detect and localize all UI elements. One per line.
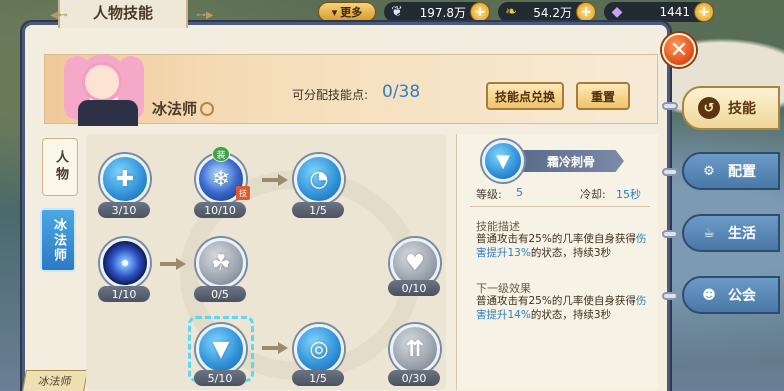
resource-value: 197.8万 [419, 5, 466, 20]
resource-gold: ❧ 54.2万 + [498, 2, 596, 22]
binder-ring [662, 230, 678, 238]
resource-feather: ❦ 197.8万 + [384, 2, 490, 22]
level-value: 5 [516, 186, 523, 199]
close-icon: ✕ [669, 37, 689, 63]
skill-node-7[interactable]: ▼ [196, 324, 246, 374]
skill-node-4[interactable] [100, 238, 150, 288]
binder-ring [662, 292, 678, 300]
binder-ring [662, 168, 678, 176]
cooldown-label: 冷却: [580, 188, 606, 201]
skill-node-3[interactable]: ◔ [294, 154, 344, 204]
divider [470, 206, 650, 207]
skill-points-label: 可分配技能点: [292, 88, 369, 102]
class-corner-tag: 冰法师 [22, 370, 88, 391]
skill-level: 3/10 [98, 202, 150, 218]
cooldown-value: 15秒 [616, 188, 641, 201]
skill-level: 10/10 [194, 202, 246, 218]
skill-name-banner: 霜冷刺骨 [518, 150, 624, 172]
skill-level: 1/10 [98, 286, 150, 302]
binder-ring [662, 102, 678, 110]
skill-level: 5/10 [194, 370, 246, 386]
ornament-icon: ⊶▶ [196, 10, 214, 21]
skill-level: 0/5 [194, 286, 246, 302]
crystal-icon: ◆ [611, 4, 623, 20]
skill-level: 0/10 [388, 280, 440, 296]
panel-title-text: 人物技能 [92, 3, 153, 22]
next-level-description: 普通攻击有25%的几率使自身获得伤害提升14%的状态，持续3秒 [476, 295, 647, 321]
skill-node-5[interactable]: ☘ [196, 238, 246, 288]
skill-node-9[interactable]: ⇈ [390, 324, 440, 374]
skill-description: 普通攻击有25%的几率使自身获得伤害提升13%的状态，持续3秒 [476, 233, 647, 259]
resource-crystal: ◆ 1441 + [604, 2, 714, 22]
add-feather-button[interactable]: + [470, 2, 490, 22]
more-label: 更多 [340, 6, 363, 19]
resource-value: 1441 [659, 5, 690, 19]
close-button[interactable]: ✕ [662, 33, 696, 67]
more-button[interactable]: ▾ 更多 [318, 2, 376, 22]
chevron-down-icon: ▾ [331, 5, 338, 19]
arrow-right-icon [262, 174, 288, 186]
feather-icon: ❦ [391, 4, 403, 20]
resource-bar: ▾ 更多 ❦ 197.8万 + ❧ 54.2万 + ◆ 1441 + [318, 0, 784, 24]
skill-node-8[interactable]: ◎ [294, 324, 344, 374]
skill-level: 1/5 [292, 370, 344, 386]
arrow-right-icon [160, 258, 186, 270]
tab-ice-mage[interactable]: 冰法师 [40, 208, 76, 272]
add-gold-button[interactable]: + [576, 2, 596, 22]
resource-value: 54.2万 [533, 5, 572, 20]
skill-level: 1/5 [292, 202, 344, 218]
tab-character[interactable]: 人物 [42, 138, 78, 196]
skill-node-1[interactable]: ✚ [100, 154, 150, 204]
arrow-right-icon [262, 342, 288, 354]
gear-icon: ⚙ [703, 163, 715, 179]
tab-skills[interactable]: ↺ 技能 [682, 86, 780, 130]
guild-icon: ☻ [702, 287, 716, 303]
equipped-badge: 装 [212, 146, 230, 162]
leaf-gold-icon: ❧ [505, 4, 517, 20]
tab-config[interactable]: ⚙ 配置 [682, 152, 780, 190]
add-crystal-button[interactable]: + [694, 2, 714, 22]
skill-level: 0/30 [388, 370, 440, 386]
class-info-icon[interactable] [200, 101, 215, 116]
skill-icon: ↺ [698, 97, 720, 119]
skill-type-badge: 技 [236, 186, 250, 200]
reset-button[interactable]: 重置 [576, 82, 630, 110]
exchange-points-button[interactable]: 技能点兑换 [486, 82, 564, 110]
class-name: 冰法师 [152, 98, 215, 119]
selected-skill-icon: ▼ [482, 140, 524, 182]
skill-points-value: 0/38 [382, 82, 421, 102]
level-label: 等级: [476, 188, 502, 201]
tab-life[interactable]: ☕ 生活 [682, 214, 780, 252]
tab-guild[interactable]: ☻ 公会 [682, 276, 780, 314]
ornament-icon: ◀⊷ [50, 10, 68, 21]
cup-icon: ☕ [703, 225, 715, 241]
character-portrait [48, 46, 158, 126]
panel-title: 人物技能 [58, 0, 188, 28]
